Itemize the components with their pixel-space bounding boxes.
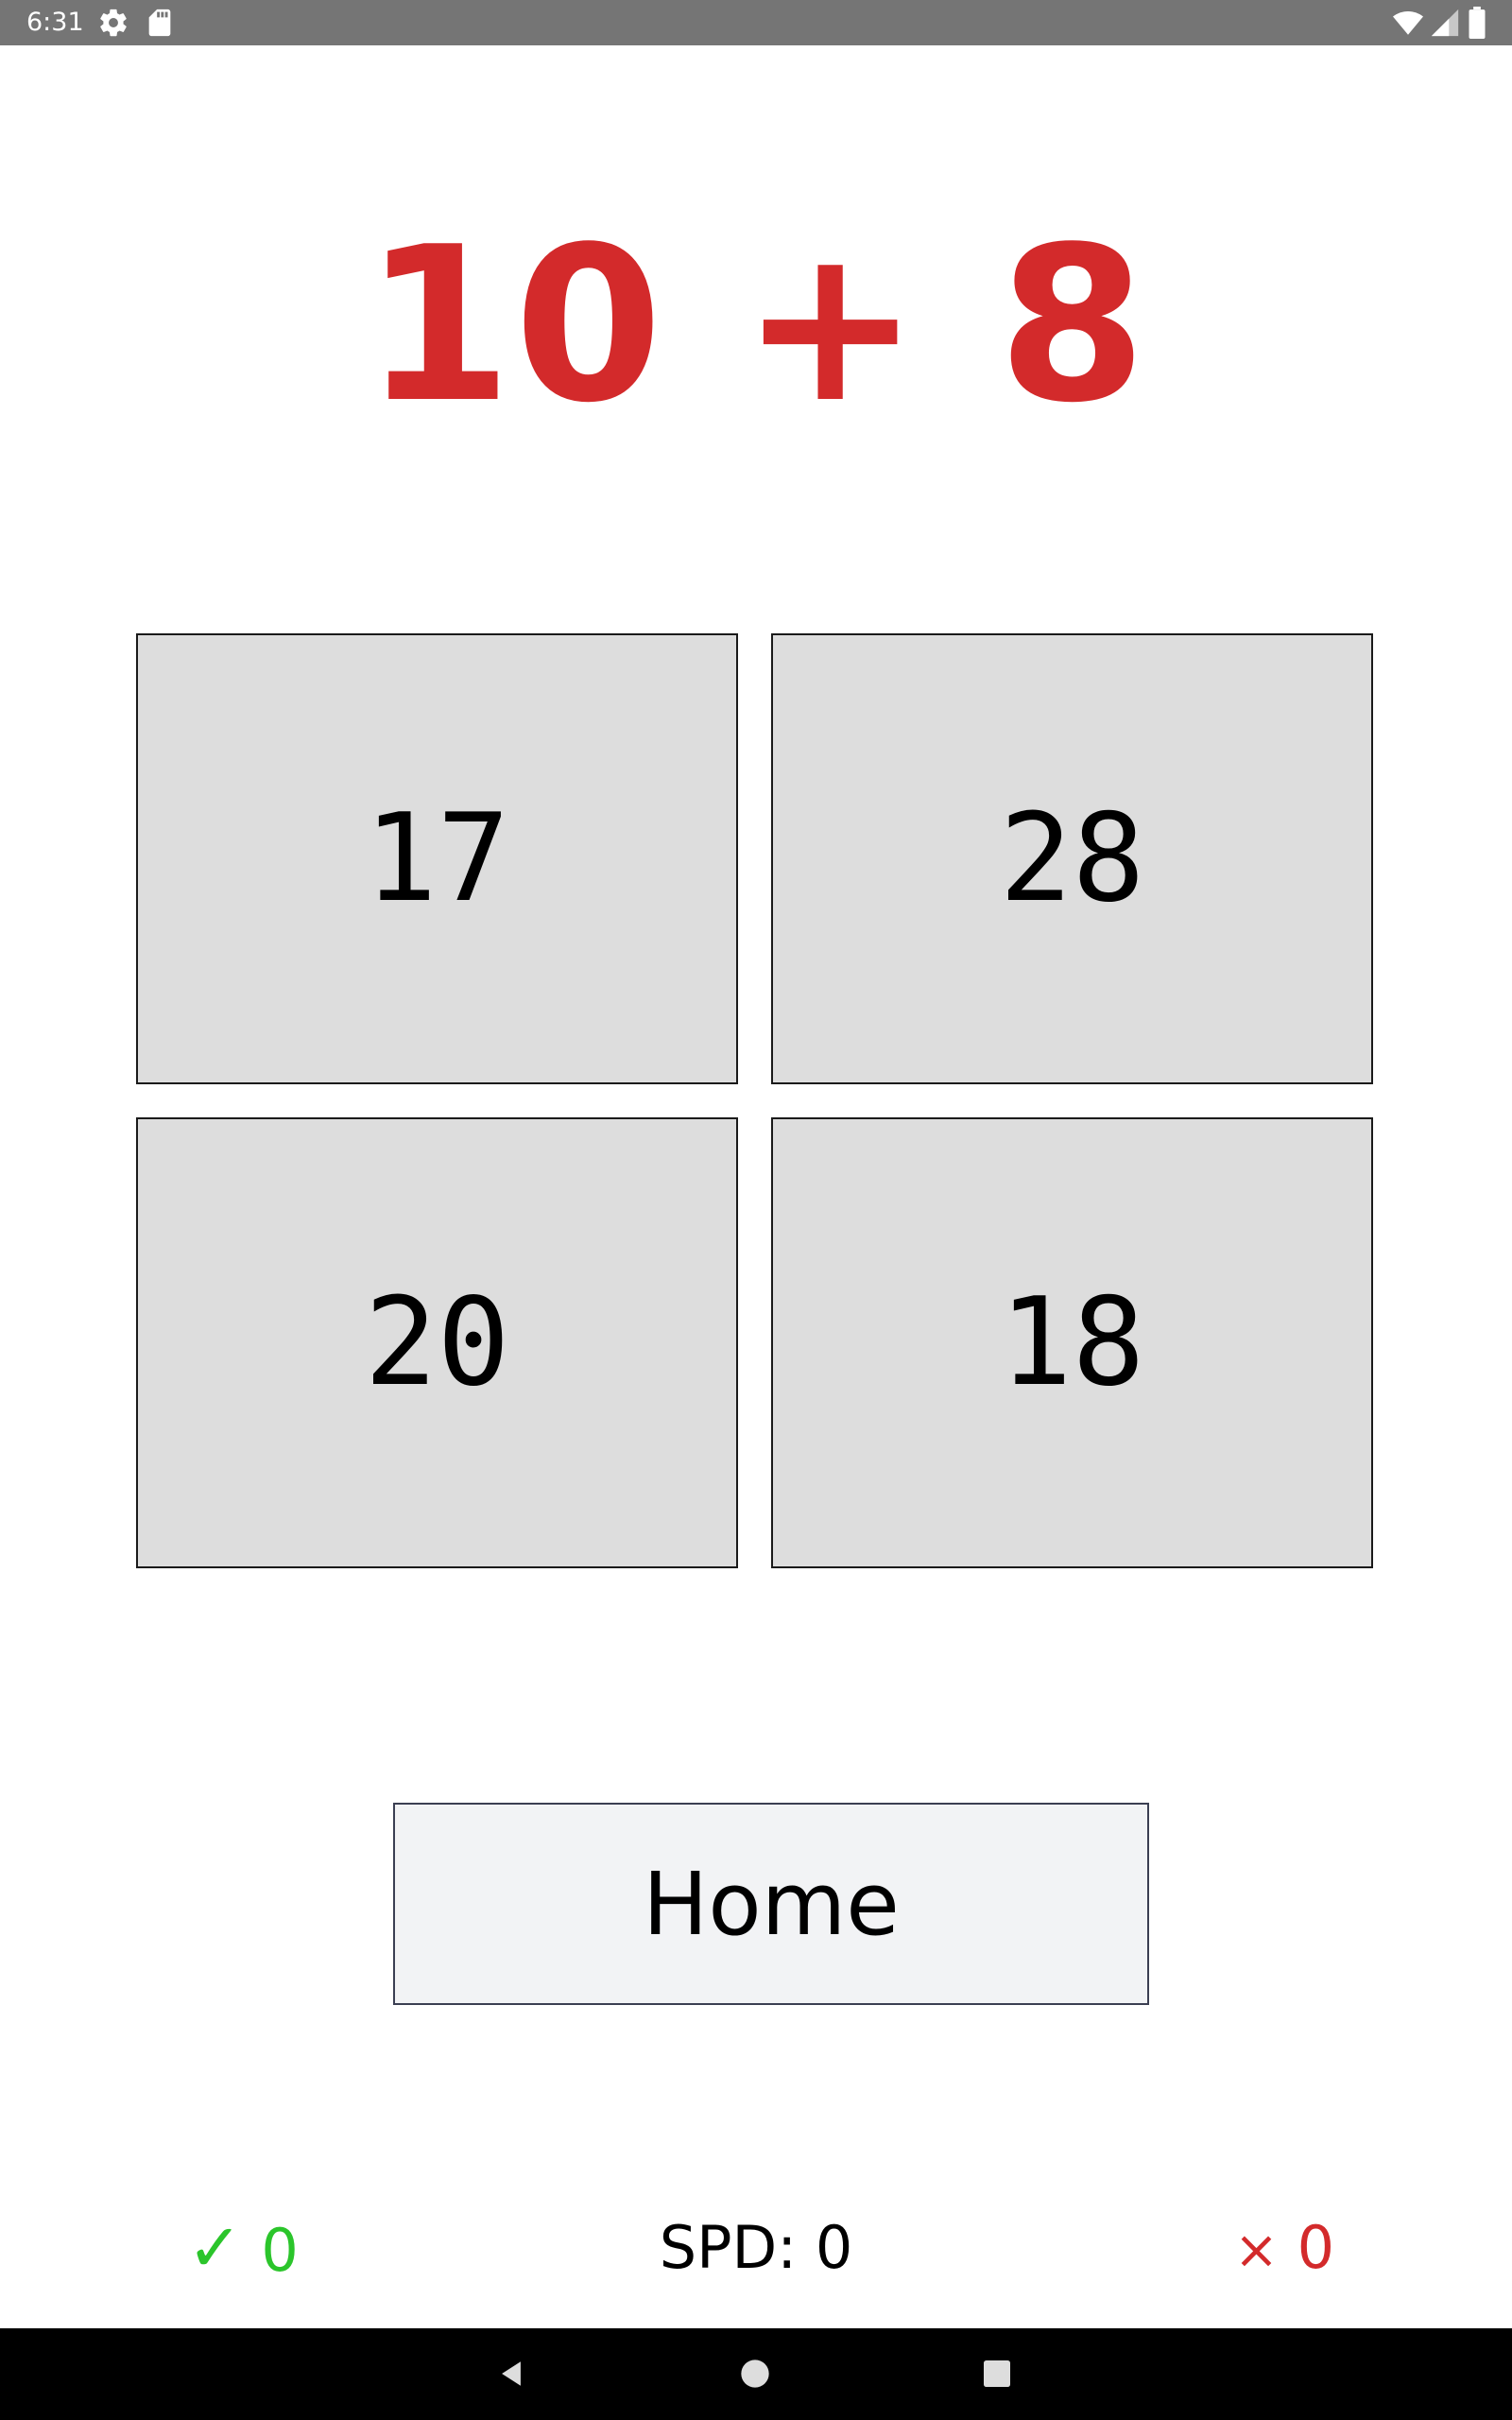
signal-icon [1429, 7, 1461, 39]
status-bar: 6:31 [0, 0, 1512, 45]
gear-icon [97, 7, 129, 39]
recents-icon[interactable] [969, 2345, 1025, 2402]
answer-button-2[interactable]: 28 [771, 633, 1373, 1084]
screen: 6:31 10 + 8 17 28 20 18 Home SPD: 0 ✓ 0 … [0, 0, 1512, 2420]
wifi-icon [1391, 7, 1424, 39]
sd-card-icon [144, 7, 176, 39]
problem-text: 10 + 8 [363, 201, 1149, 450]
status-time: 6:31 [26, 8, 84, 37]
back-icon[interactable] [483, 2345, 540, 2402]
correct-count: 0 [261, 2216, 299, 2285]
correct-counter: ✓ 0 [187, 2210, 299, 2286]
answer-button-3[interactable]: 20 [136, 1117, 738, 1568]
wrong-counter: × 0 [1234, 2210, 1334, 2286]
answer-button-1[interactable]: 17 [136, 633, 738, 1084]
answer-button-4[interactable]: 18 [771, 1117, 1373, 1568]
check-icon: ✓ [187, 2209, 243, 2287]
cross-icon: × [1234, 2220, 1279, 2281]
navigation-bar [0, 2328, 1512, 2420]
wrong-count: 0 [1297, 2213, 1335, 2282]
battery-icon [1467, 7, 1499, 40]
home-button[interactable]: Home [393, 1803, 1149, 2005]
home-icon[interactable] [727, 2345, 783, 2402]
